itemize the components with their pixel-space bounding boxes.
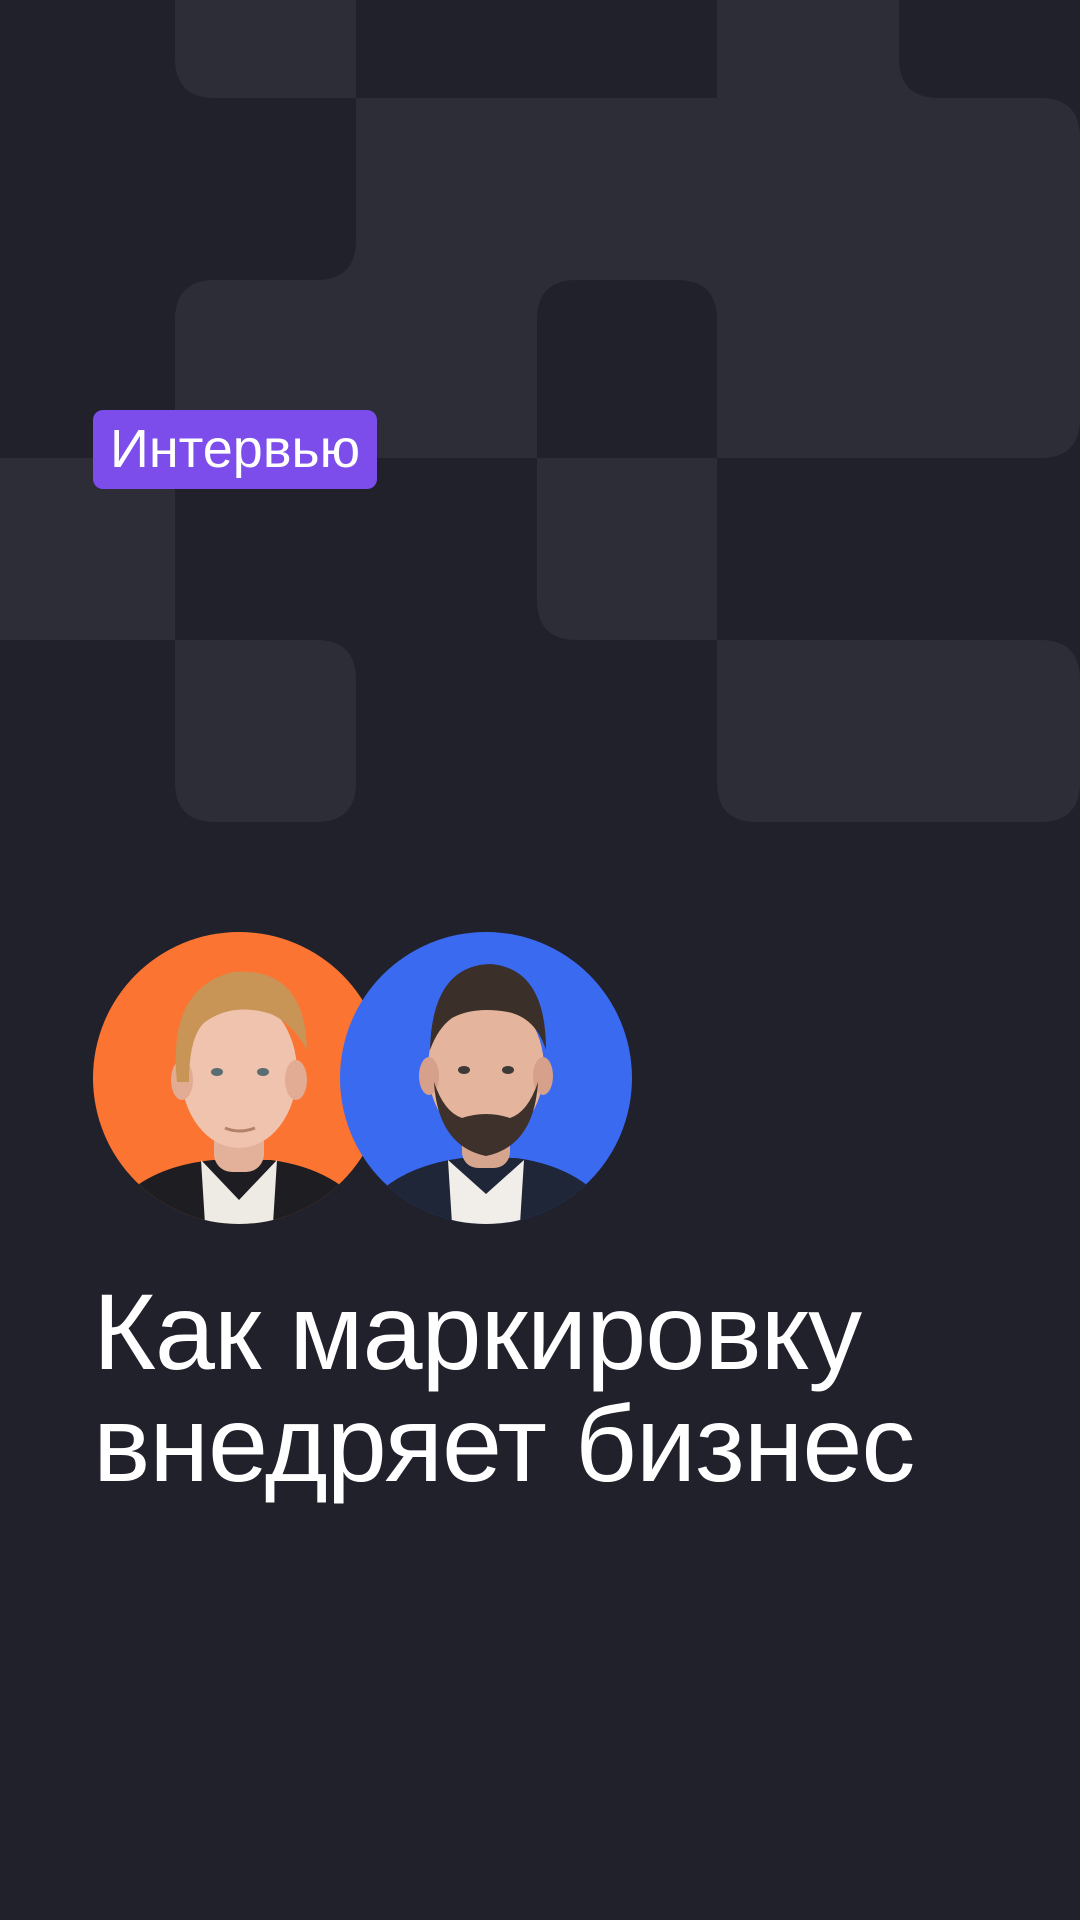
pattern-tile-lower-right: [717, 640, 1080, 822]
speaker-avatar-2: [340, 932, 632, 1224]
pattern-block-upper: [175, 98, 1080, 458]
pattern-tile-lower-left: [175, 640, 356, 822]
pattern-tile-top-right: [717, 0, 939, 98]
headline: Как маркировку внедряет бизнес: [93, 1276, 1033, 1500]
interview-tag: Интервью: [93, 410, 378, 489]
headline-line-2: внедряет бизнес: [93, 1383, 915, 1504]
person-portrait-icon: [340, 932, 632, 1224]
interview-cover-card: Интервью Как маркировку внедряет бизнес: [0, 0, 1080, 1920]
pattern-tile-center: [537, 458, 717, 640]
pattern-tile-top-left: [175, 0, 356, 98]
headline-line-1: Как маркировку: [93, 1271, 862, 1392]
